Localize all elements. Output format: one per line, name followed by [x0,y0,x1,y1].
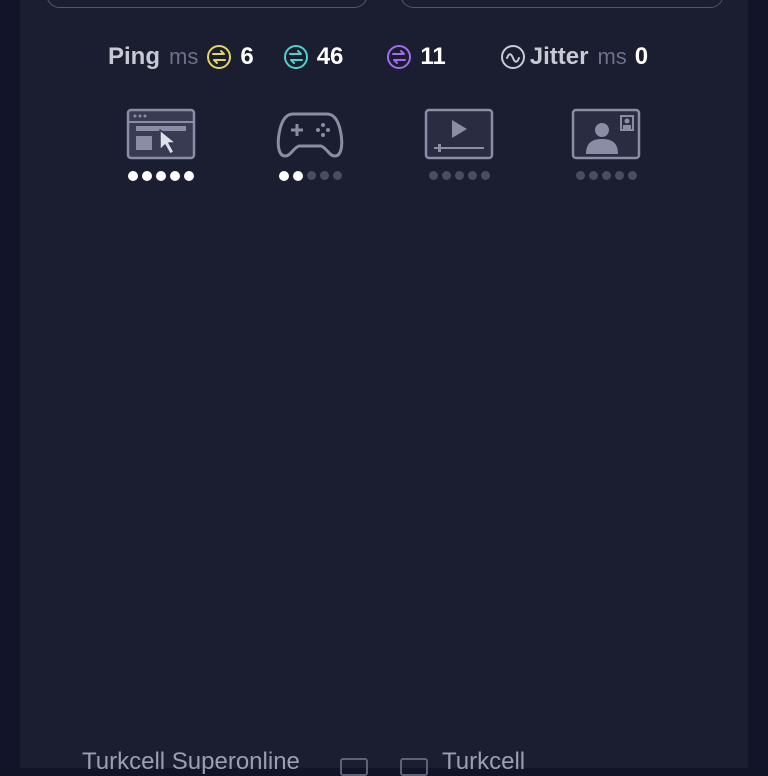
ping-unit: ms [169,44,199,69]
video-streaming-rating [424,171,494,180]
jitter-unit: ms [597,44,627,69]
jitter-label: Jitter [529,43,589,70]
browser-cursor-icon [126,108,196,160]
client-provider-name: Turkcell [442,748,526,775]
ping-label: Ping [108,43,160,70]
jitter-value: 0 [634,43,649,70]
web-browsing-rating [126,171,196,181]
upload-ping-icon [386,44,412,70]
idle-ping-icon [206,44,232,70]
background-edge-left [0,0,20,768]
activity-video-streaming[interactable] [424,108,494,186]
activity-video-calls[interactable] [571,108,641,186]
server-provider-name: Turkcell Superonline [82,748,300,775]
download-card[interactable] [46,0,368,8]
video-call-icon [571,108,641,160]
idle-ping-value: 6 [240,43,254,70]
video-calls-rating [571,171,641,180]
download-ping-value: 46 [316,43,344,70]
download-ping-icon [283,44,309,70]
upload-ping-value: 11 [420,43,446,70]
gamepad-icon [276,112,344,158]
jitter-icon [500,44,526,70]
server-icon [340,758,368,776]
upload-card[interactable] [400,0,724,8]
client-icon [400,758,428,776]
background-edge-right [748,0,768,768]
video-player-icon [424,108,494,160]
gaming-rating [275,171,345,181]
activity-gaming[interactable] [275,108,345,186]
activity-web-browsing[interactable] [126,108,196,186]
latency-metrics-row: Ping ms 6 46 11 Jitter ms 0 [108,41,648,73]
